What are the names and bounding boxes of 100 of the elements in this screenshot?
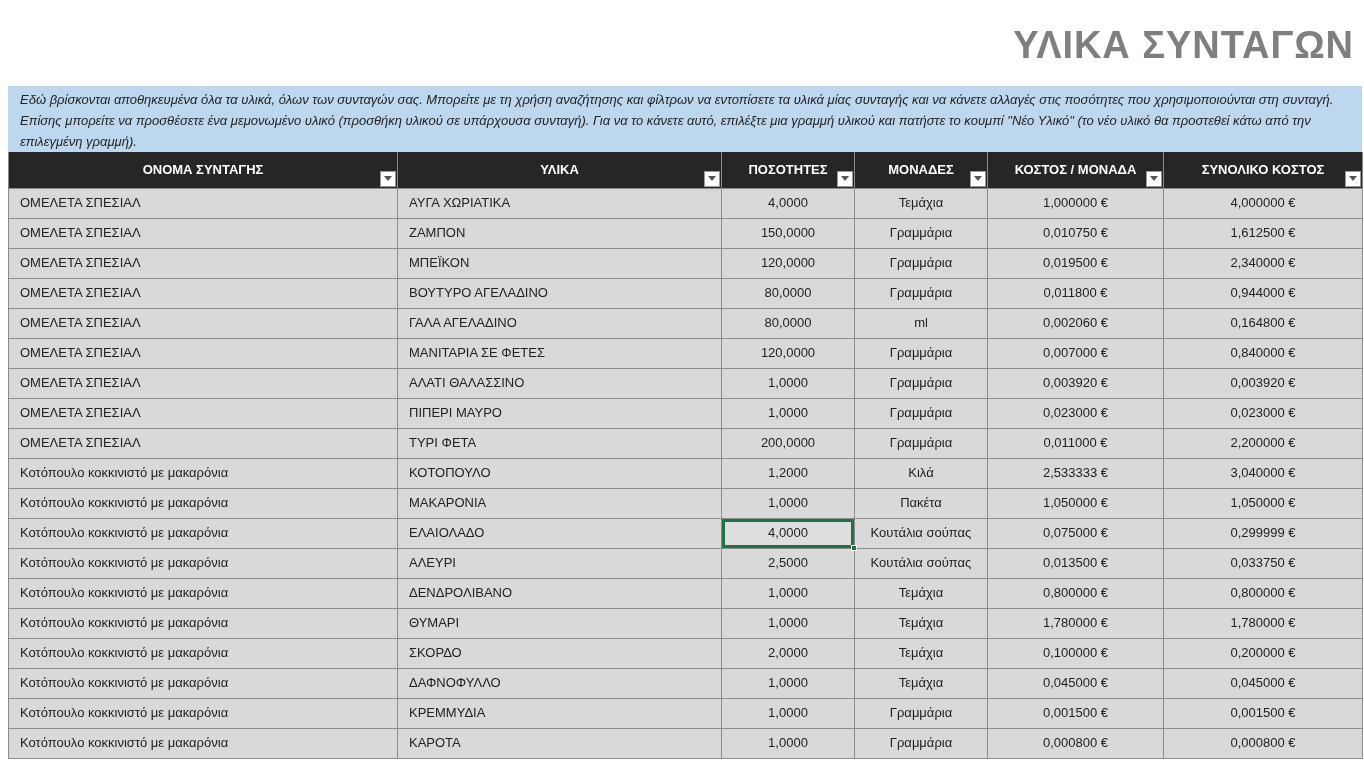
table-cell[interactable]: Γραμμάρια: [854, 428, 988, 458]
table-cell[interactable]: 2,0000: [721, 638, 855, 668]
table-cell[interactable]: 1,780000 €: [987, 608, 1164, 638]
table-cell[interactable]: 0,010750 €: [987, 218, 1164, 248]
table-cell[interactable]: 4,0000: [721, 518, 855, 548]
table-cell[interactable]: Κιλά: [854, 458, 988, 488]
table-cell[interactable]: Γραμμάρια: [854, 278, 988, 308]
table-cell[interactable]: ΑΥΓΑ ΧΩΡΙΑΤΙΚΑ: [397, 188, 722, 218]
fill-handle[interactable]: [851, 544, 857, 551]
table-cell[interactable]: ΠΙΠΕΡΙ ΜΑΥΡΟ: [397, 398, 722, 428]
table-cell[interactable]: Κοτόπουλο κοκκινιστό με μακαρόνια: [8, 698, 398, 728]
table-cell[interactable]: ΕΛΑΙΟΛΑΔΟ: [397, 518, 722, 548]
table-cell[interactable]: Τεμάχια: [854, 668, 988, 698]
table-cell[interactable]: Γραμμάρια: [854, 398, 988, 428]
table-cell[interactable]: 0,019500 €: [987, 248, 1164, 278]
table-cell[interactable]: ΒΟΥΤΥΡΟ ΑΓΕΛΑΔΙΝΟ: [397, 278, 722, 308]
table-cell[interactable]: 1,612500 €: [1163, 218, 1363, 248]
table-cell[interactable]: 2,5000: [721, 548, 855, 578]
table-cell[interactable]: 1,0000: [721, 668, 855, 698]
filter-dropdown-button[interactable]: [837, 170, 853, 187]
table-cell[interactable]: ΜΑΚΑΡΟΝΙΑ: [397, 488, 722, 518]
column-header[interactable]: ΥΛΙΚΑ: [397, 152, 722, 188]
table-cell[interactable]: ΟΜΕΛΕΤΑ ΣΠΕΣΙΑΛ: [8, 188, 398, 218]
table-cell[interactable]: ΚΡΕΜΜΥΔΙΑ: [397, 698, 722, 728]
table-cell[interactable]: 150,0000: [721, 218, 855, 248]
table-cell[interactable]: 1,0000: [721, 578, 855, 608]
table-cell[interactable]: Κοτόπουλο κοκκινιστό με μακαρόνια: [8, 548, 398, 578]
table-cell[interactable]: ΑΛΕΥΡΙ: [397, 548, 722, 578]
table-cell[interactable]: Γραμμάρια: [854, 728, 988, 758]
table-cell[interactable]: ΟΜΕΛΕΤΑ ΣΠΕΣΙΑΛ: [8, 368, 398, 398]
table-cell[interactable]: 1,0000: [721, 488, 855, 518]
table-cell[interactable]: ΟΜΕΛΕΤΑ ΣΠΕΣΙΑΛ: [8, 218, 398, 248]
table-cell[interactable]: 200,0000: [721, 428, 855, 458]
table-cell[interactable]: ΖΑΜΠΟΝ: [397, 218, 722, 248]
table-cell[interactable]: Τεμάχια: [854, 188, 988, 218]
table-cell[interactable]: 0,023000 €: [987, 398, 1164, 428]
table-cell[interactable]: 0,075000 €: [987, 518, 1164, 548]
table-cell[interactable]: ΟΜΕΛΕΤΑ ΣΠΕΣΙΑΛ: [8, 428, 398, 458]
table-cell[interactable]: 80,0000: [721, 278, 855, 308]
table-cell[interactable]: 1,0000: [721, 698, 855, 728]
table-cell[interactable]: 1,000000 €: [987, 188, 1164, 218]
table-cell[interactable]: 0,045000 €: [987, 668, 1164, 698]
table-cell[interactable]: 0,000800 €: [1163, 728, 1363, 758]
table-cell[interactable]: ΟΜΕΛΕΤΑ ΣΠΕΣΙΑΛ: [8, 338, 398, 368]
table-cell[interactable]: Γραμμάρια: [854, 248, 988, 278]
table-cell[interactable]: ΜΑΝΙΤΑΡΙΑ ΣΕ ΦΕΤΕΣ: [397, 338, 722, 368]
table-cell[interactable]: ΚΑΡΟΤΑ: [397, 728, 722, 758]
table-cell[interactable]: 0,023000 €: [1163, 398, 1363, 428]
table-cell[interactable]: 1,2000: [721, 458, 855, 488]
table-cell[interactable]: 0,007000 €: [987, 338, 1164, 368]
table-cell[interactable]: Γραμμάρια: [854, 218, 988, 248]
table-cell[interactable]: ΔΕΝΔΡΟΛΙΒΑΝΟ: [397, 578, 722, 608]
table-cell[interactable]: ΣΚΟΡΔΟ: [397, 638, 722, 668]
table-cell[interactable]: 1,780000 €: [1163, 608, 1363, 638]
table-cell[interactable]: 0,299999 €: [1163, 518, 1363, 548]
table-cell[interactable]: 1,0000: [721, 368, 855, 398]
table-cell[interactable]: 2,533333 €: [987, 458, 1164, 488]
table-cell[interactable]: Γραμμάρια: [854, 368, 988, 398]
filter-dropdown-button[interactable]: [1146, 170, 1162, 187]
table-cell[interactable]: ΤΥΡΙ ΦΕΤΑ: [397, 428, 722, 458]
table-cell[interactable]: Γραμμάρια: [854, 338, 988, 368]
table-cell[interactable]: 0,045000 €: [1163, 668, 1363, 698]
table-cell[interactable]: 3,040000 €: [1163, 458, 1363, 488]
table-cell[interactable]: Πακέτα: [854, 488, 988, 518]
table-cell[interactable]: ΓΑΛΑ ΑΓΕΛΑΔΙΝΟ: [397, 308, 722, 338]
filter-dropdown-button[interactable]: [1345, 170, 1361, 187]
table-cell[interactable]: 1,050000 €: [987, 488, 1164, 518]
table-cell[interactable]: Τεμάχια: [854, 608, 988, 638]
table-cell[interactable]: Κοτόπουλο κοκκινιστό με μακαρόνια: [8, 728, 398, 758]
table-cell[interactable]: 0,944000 €: [1163, 278, 1363, 308]
filter-dropdown-button[interactable]: [704, 170, 720, 187]
table-cell[interactable]: Κοτόπουλο κοκκινιστό με μακαρόνια: [8, 578, 398, 608]
table-cell[interactable]: ml: [854, 308, 988, 338]
column-header[interactable]: ΜΟΝΑΔΕΣ: [854, 152, 988, 188]
table-cell[interactable]: ΟΜΕΛΕΤΑ ΣΠΕΣΙΑΛ: [8, 248, 398, 278]
table-cell[interactable]: 4,0000: [721, 188, 855, 218]
filter-dropdown-button[interactable]: [380, 170, 396, 187]
table-cell[interactable]: Κοτόπουλο κοκκινιστό με μακαρόνια: [8, 488, 398, 518]
table-cell[interactable]: 2,340000 €: [1163, 248, 1363, 278]
table-cell[interactable]: 0,003920 €: [1163, 368, 1363, 398]
table-cell[interactable]: 1,0000: [721, 608, 855, 638]
table-cell[interactable]: 4,000000 €: [1163, 188, 1363, 218]
table-cell[interactable]: ΑΛΑΤΙ ΘΑΛΑΣΣΙΝΟ: [397, 368, 722, 398]
column-header[interactable]: ΣΥΝΟΛΙΚΟ ΚΟΣΤΟΣ: [1163, 152, 1363, 188]
filter-dropdown-button[interactable]: [970, 170, 986, 187]
table-cell[interactable]: Κοτόπουλο κοκκινιστό με μακαρόνια: [8, 638, 398, 668]
table-cell[interactable]: 0,011800 €: [987, 278, 1164, 308]
table-cell[interactable]: ΟΜΕΛΕΤΑ ΣΠΕΣΙΑΛ: [8, 308, 398, 338]
table-cell[interactable]: 0,001500 €: [1163, 698, 1363, 728]
table-cell[interactable]: 120,0000: [721, 338, 855, 368]
table-cell[interactable]: 1,0000: [721, 398, 855, 428]
table-cell[interactable]: Γραμμάρια: [854, 698, 988, 728]
table-cell[interactable]: 0,002060 €: [987, 308, 1164, 338]
table-cell[interactable]: ΜΠΕΪΚΟΝ: [397, 248, 722, 278]
table-cell[interactable]: 0,011000 €: [987, 428, 1164, 458]
table-cell[interactable]: 0,000800 €: [987, 728, 1164, 758]
table-cell[interactable]: Κοτόπουλο κοκκινιστό με μακαρόνια: [8, 458, 398, 488]
table-cell[interactable]: 120,0000: [721, 248, 855, 278]
table-cell[interactable]: ΚΟΤΟΠΟΥΛΟ: [397, 458, 722, 488]
table-cell[interactable]: ΔΑΦΝΟΦΥΛΛΟ: [397, 668, 722, 698]
